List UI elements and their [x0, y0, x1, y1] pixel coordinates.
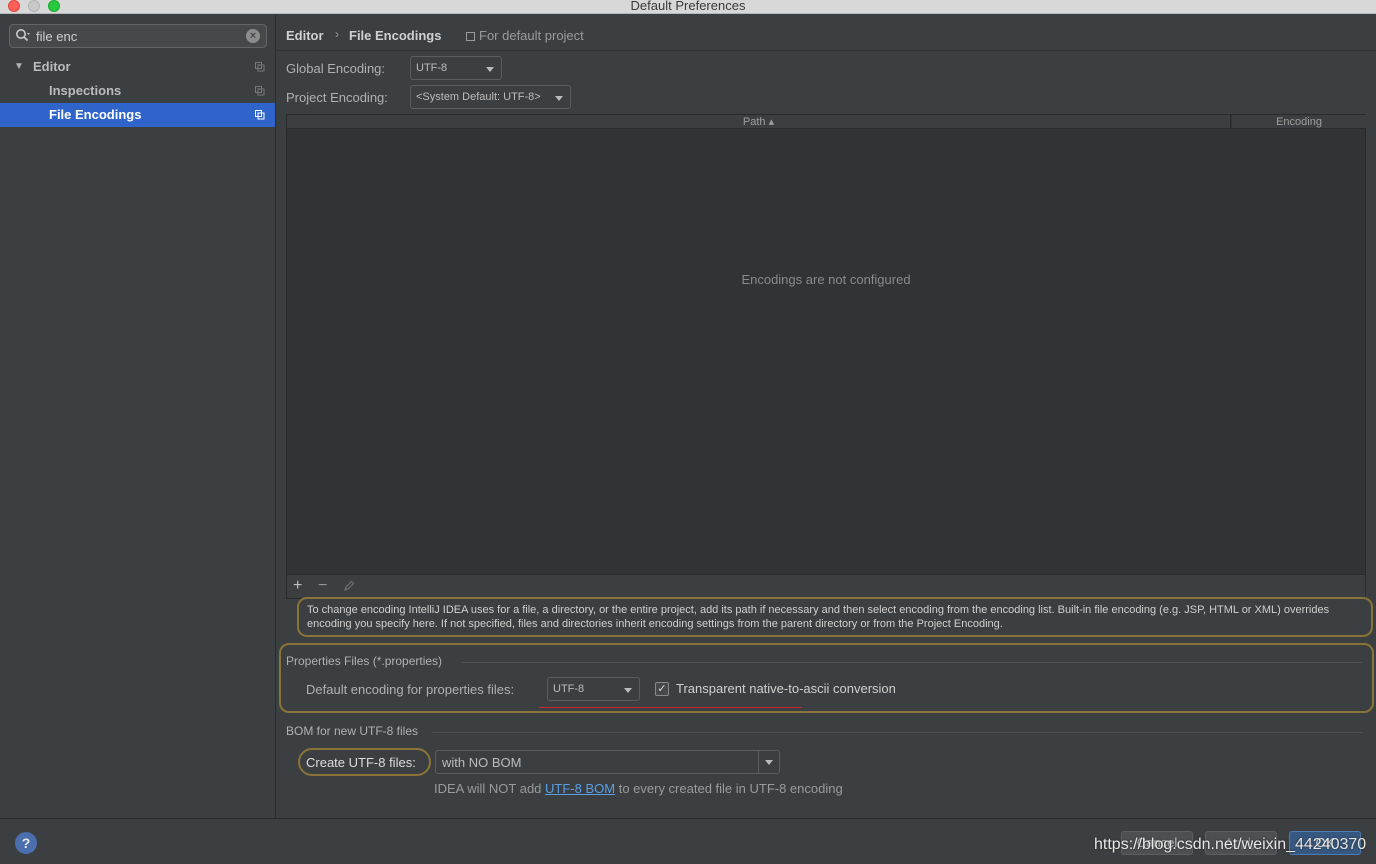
encodings-table[interactable]: Path ▴ Encoding Encodings are not config… — [286, 114, 1366, 599]
bom-hint: IDEA will NOT add UTF-8 BOM to every cre… — [434, 781, 843, 796]
expand-arrow-icon[interactable]: ▼ — [14, 55, 24, 79]
search-input[interactable] — [36, 28, 236, 44]
tree-item-inspections[interactable]: Inspections — [0, 79, 275, 103]
scope-label: For default project — [466, 28, 584, 43]
watermark-text: https://blog.csdn.net/weixin_44240370 — [1094, 836, 1367, 853]
project-encoding-select[interactable]: <System Default: UTF-8> — [410, 85, 571, 109]
tree-item-editor[interactable]: ▼ Editor — [0, 55, 275, 79]
add-icon[interactable]: + — [293, 577, 302, 595]
project-encoding-value: <System Default: UTF-8> — [416, 91, 541, 103]
chevron-right-icon: › — [335, 27, 339, 41]
column-header-encoding[interactable]: Encoding — [1232, 115, 1366, 129]
breadcrumb: Editor › File Encodings For default proj… — [277, 15, 1376, 51]
breadcrumb-editor: Editor — [286, 28, 324, 43]
info-text: To change encoding IntelliJ IDEA uses fo… — [297, 597, 1373, 637]
dialog-button-bar: ? Cancel Apply OK https://blog.csdn.net/… — [0, 818, 1376, 864]
project-scope-icon — [255, 110, 265, 120]
chevron-down-icon — [624, 688, 632, 693]
properties-encoding-value: UTF-8 — [553, 683, 585, 695]
global-encoding-select[interactable]: UTF-8 — [410, 56, 502, 80]
properties-section-title: Properties Files (*.properties) — [286, 654, 443, 668]
bom-select[interactable]: with NO BOM — [435, 750, 780, 774]
tree-item-file-encodings[interactable]: File Encodings — [0, 103, 275, 127]
chevron-down-icon[interactable] — [758, 751, 779, 773]
breadcrumb-file-encodings: File Encodings — [349, 28, 442, 43]
table-toolbar: + − — [287, 574, 1365, 598]
global-encoding-value: UTF-8 — [416, 62, 448, 74]
bom-hint-suffix: to every created file in UTF-8 encoding — [615, 781, 843, 796]
settings-tree-panel: × ▼ Editor Inspections File Encodings — [0, 15, 276, 818]
tree-item-label: Inspections — [49, 83, 122, 98]
native-to-ascii-checkbox[interactable]: ✓ — [655, 682, 669, 696]
section-divider — [462, 662, 1362, 663]
chevron-down-icon — [486, 67, 494, 72]
search-box[interactable]: × — [9, 24, 267, 48]
red-underline-annotation — [539, 707, 802, 708]
native-to-ascii-label[interactable]: Transparent native-to-ascii conversion — [676, 681, 896, 696]
remove-icon[interactable]: − — [318, 577, 327, 595]
project-scope-icon — [255, 86, 265, 96]
window-title: Default Preferences — [630, 0, 746, 13]
file-encodings-page: Editor › File Encodings For default proj… — [277, 15, 1376, 818]
section-divider — [432, 732, 1362, 733]
search-icon[interactable] — [15, 28, 31, 44]
create-utf8-label: Create UTF-8 files: — [306, 755, 416, 770]
properties-encoding-select[interactable]: UTF-8 — [547, 677, 640, 701]
tree-item-label: File Encodings — [49, 107, 142, 122]
empty-table-message: Encodings are not configured — [741, 272, 911, 287]
project-scope-icon — [255, 62, 265, 72]
project-encoding-label: Project Encoding: — [286, 90, 388, 105]
column-header-path[interactable]: Path ▴ — [287, 115, 1231, 129]
chevron-down-icon — [555, 96, 563, 101]
properties-encoding-label: Default encoding for properties files: — [306, 682, 515, 697]
scope-text: For default project — [479, 28, 584, 43]
utf8-bom-link[interactable]: UTF-8 BOM — [545, 781, 615, 796]
project-scope-icon — [466, 32, 475, 41]
bom-section-title: BOM for new UTF-8 files — [286, 724, 419, 738]
global-encoding-label: Global Encoding: — [286, 61, 386, 76]
properties-highlight-box — [279, 643, 1374, 713]
clear-search-icon[interactable]: × — [246, 29, 260, 43]
title-bar: Default Preferences — [0, 0, 1376, 14]
bom-hint-prefix: IDEA will NOT add — [434, 781, 546, 796]
tree-item-label: Editor — [33, 59, 71, 74]
edit-pencil-icon[interactable] — [343, 580, 355, 592]
help-icon[interactable]: ? — [15, 832, 37, 854]
bom-value: with NO BOM — [442, 755, 522, 770]
